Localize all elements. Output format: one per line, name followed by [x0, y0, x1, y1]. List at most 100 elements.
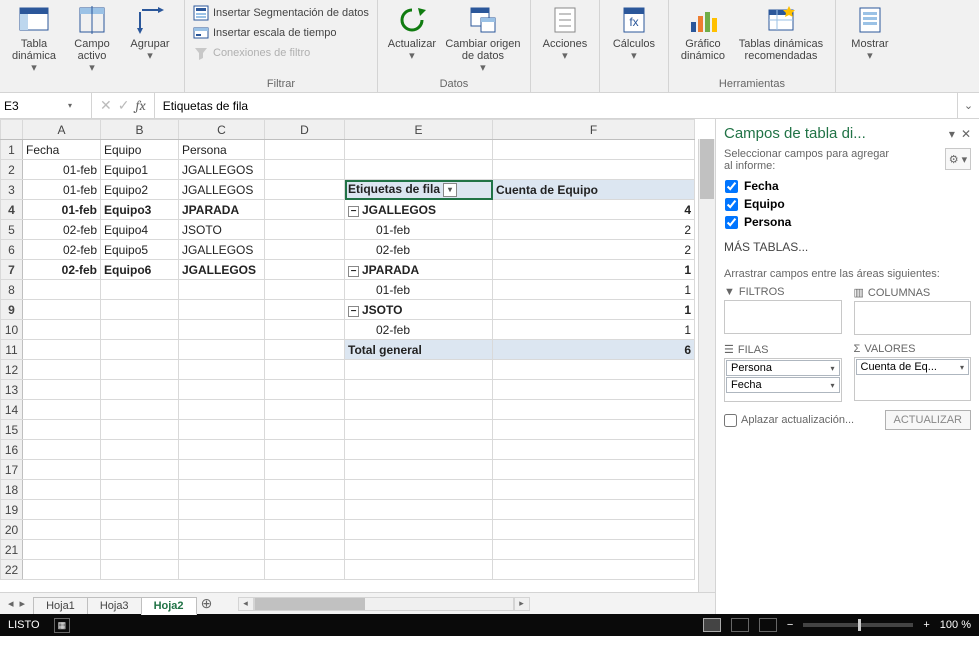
cell[interactable]: JGALLEGOS: [179, 240, 265, 260]
view-normal-icon[interactable]: [703, 618, 721, 632]
row-header[interactable]: 13: [1, 380, 23, 400]
cell[interactable]: 02-feb: [23, 220, 101, 240]
cell[interactable]: [101, 460, 179, 480]
cell[interactable]: 02-feb: [345, 240, 493, 260]
change-source-button[interactable]: Cambiar origen de datos▾: [442, 2, 524, 74]
tab-nav-first-icon[interactable]: ◂: [8, 597, 14, 610]
cell[interactable]: −JSOTO: [345, 300, 493, 320]
cell[interactable]: [265, 480, 345, 500]
collapse-icon[interactable]: −: [348, 266, 359, 277]
cell[interactable]: [265, 260, 345, 280]
row-header[interactable]: 9: [1, 300, 23, 320]
cell[interactable]: [23, 480, 101, 500]
row-header[interactable]: 21: [1, 540, 23, 560]
cell[interactable]: [345, 440, 493, 460]
name-box[interactable]: ▾: [0, 93, 92, 118]
cell[interactable]: [23, 540, 101, 560]
cell[interactable]: 01-feb: [23, 180, 101, 200]
cell[interactable]: [265, 420, 345, 440]
macro-record-icon[interactable]: ▦: [54, 618, 71, 633]
cell[interactable]: JGALLEGOS: [179, 160, 265, 180]
cell[interactable]: [265, 540, 345, 560]
row-header[interactable]: 5: [1, 220, 23, 240]
cell[interactable]: Equipo2: [101, 180, 179, 200]
cell[interactable]: JSOTO: [179, 220, 265, 240]
cell[interactable]: [265, 460, 345, 480]
cell[interactable]: [345, 420, 493, 440]
name-box-input[interactable]: [4, 99, 68, 113]
cell[interactable]: [179, 560, 265, 580]
cell[interactable]: 1: [493, 320, 695, 340]
cell[interactable]: [23, 280, 101, 300]
cell[interactable]: Equipo6: [101, 260, 179, 280]
cell[interactable]: [265, 220, 345, 240]
insert-timeline[interactable]: Insertar escala de tiempo: [191, 24, 371, 42]
row-header[interactable]: 6: [1, 240, 23, 260]
cell[interactable]: [179, 300, 265, 320]
cell[interactable]: [265, 440, 345, 460]
cell[interactable]: [493, 400, 695, 420]
cell[interactable]: [265, 200, 345, 220]
cell[interactable]: [101, 540, 179, 560]
spreadsheet-grid[interactable]: A B C D E F 1FechaEquipoPersona201-febEq…: [0, 119, 695, 580]
cell[interactable]: 01-feb: [345, 220, 493, 240]
pivottable-button[interactable]: Tabla dinámica▾: [6, 2, 62, 74]
cell[interactable]: [101, 380, 179, 400]
cell[interactable]: 02-feb: [23, 260, 101, 280]
cell[interactable]: [493, 160, 695, 180]
cell[interactable]: [345, 480, 493, 500]
gear-icon[interactable]: ⚙ ▾: [945, 148, 971, 170]
cell[interactable]: [23, 400, 101, 420]
row-header[interactable]: 16: [1, 440, 23, 460]
cell[interactable]: 2: [493, 240, 695, 260]
sheet-tab[interactable]: Hoja2: [141, 597, 197, 615]
row-header[interactable]: 10: [1, 320, 23, 340]
cell[interactable]: JPARADA: [179, 200, 265, 220]
cell[interactable]: [493, 440, 695, 460]
cell[interactable]: [493, 480, 695, 500]
row-header[interactable]: 17: [1, 460, 23, 480]
cell[interactable]: [345, 540, 493, 560]
cell[interactable]: [101, 320, 179, 340]
zoom-slider[interactable]: [803, 623, 913, 627]
cell[interactable]: [23, 360, 101, 380]
area-columns[interactable]: [854, 301, 972, 335]
cell[interactable]: [493, 420, 695, 440]
pill-persona[interactable]: Persona▾: [726, 360, 840, 376]
group-button[interactable]: Agrupar▾: [122, 2, 178, 62]
cell[interactable]: [101, 480, 179, 500]
cell[interactable]: [265, 140, 345, 160]
filter-dropdown-icon[interactable]: ▾: [443, 183, 457, 197]
cell[interactable]: [345, 520, 493, 540]
cell[interactable]: 6: [493, 340, 695, 360]
cell[interactable]: [265, 300, 345, 320]
cell[interactable]: [493, 360, 695, 380]
col-header[interactable]: D: [265, 120, 345, 140]
zoom-level[interactable]: 100 %: [940, 619, 971, 631]
cell[interactable]: −JPARADA: [345, 260, 493, 280]
row-header[interactable]: 4: [1, 200, 23, 220]
tab-nav-last-icon[interactable]: ▸: [20, 597, 26, 610]
cell[interactable]: [23, 440, 101, 460]
fx-icon[interactable]: fx: [135, 97, 145, 114]
cell[interactable]: [179, 420, 265, 440]
cancel-icon[interactable]: ✕: [100, 97, 112, 114]
cell[interactable]: [493, 520, 695, 540]
cell[interactable]: 4: [493, 200, 695, 220]
hscroll-right-icon[interactable]: ▸: [514, 597, 530, 611]
cell[interactable]: [101, 360, 179, 380]
area-values[interactable]: Cuenta de Eq...▾: [854, 357, 972, 401]
cell[interactable]: [23, 500, 101, 520]
cell[interactable]: [345, 560, 493, 580]
cell[interactable]: [179, 340, 265, 360]
more-tables-link[interactable]: MÁS TABLAS...: [724, 240, 971, 254]
cell[interactable]: Persona: [179, 140, 265, 160]
cell[interactable]: [101, 500, 179, 520]
cell[interactable]: [23, 300, 101, 320]
row-header[interactable]: 7: [1, 260, 23, 280]
row-header[interactable]: 20: [1, 520, 23, 540]
select-all-corner[interactable]: [1, 120, 23, 140]
cell[interactable]: [179, 480, 265, 500]
cell[interactable]: 1: [493, 260, 695, 280]
cell[interactable]: [101, 300, 179, 320]
